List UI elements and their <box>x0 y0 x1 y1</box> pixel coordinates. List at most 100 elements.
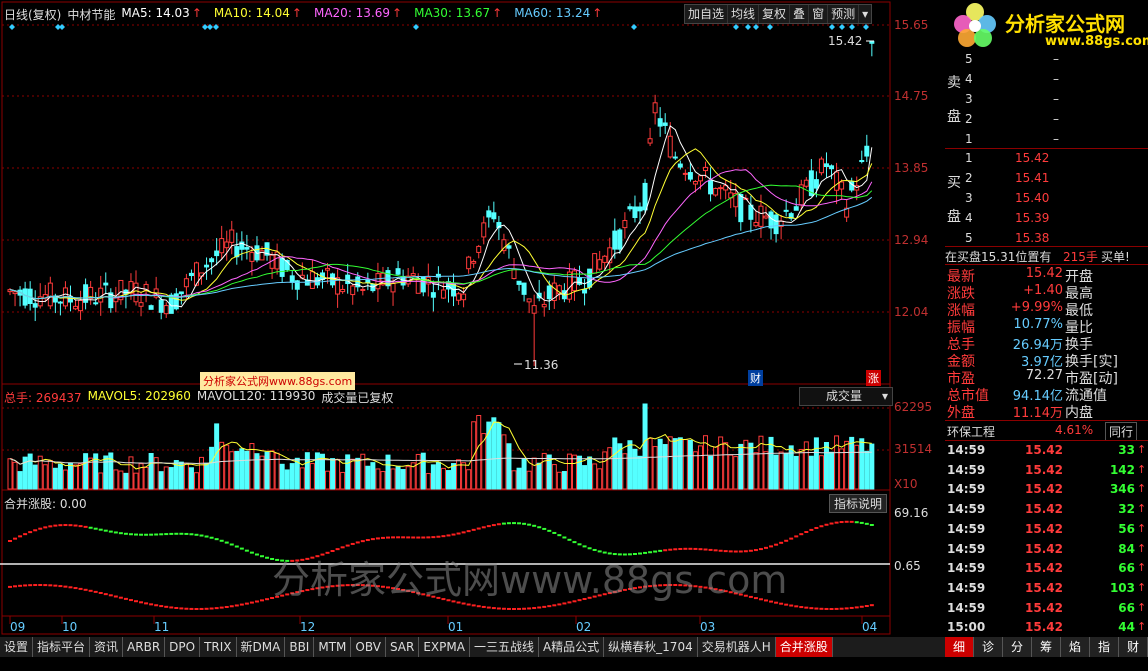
candle-body <box>471 260 477 264</box>
candle-body <box>214 250 220 257</box>
candle-body <box>763 215 769 219</box>
indicator-dot <box>118 596 123 599</box>
tab-side[interactable]: 焰 <box>1061 637 1090 657</box>
indicator-dot <box>547 605 552 608</box>
volume-bar <box>466 469 472 490</box>
volume-bar <box>511 470 517 490</box>
tab-indicator[interactable]: 一三五战线 <box>470 637 539 657</box>
tick-price: 15.42 <box>1025 521 1063 536</box>
indicator-dot <box>224 541 229 544</box>
ma-legend: MA5: 14.03 ↑ MA10: 14.04 ↑ MA20: 13.69 ↑ MA30:… <box>121 6 614 23</box>
candle-body <box>57 301 63 304</box>
tab-side[interactable]: 指 <box>1090 637 1119 657</box>
tab-indicator[interactable]: DPO <box>165 637 201 657</box>
order-price: – <box>1053 92 1059 106</box>
volume-select[interactable]: 成交量 ▾ <box>799 387 893 406</box>
indicator-dot <box>572 541 577 544</box>
tab-indicator[interactable]: MTM <box>314 637 352 657</box>
peer-button[interactable]: 同行 <box>1105 422 1138 441</box>
tab-indicator[interactable]: 交易机器人H <box>698 637 776 657</box>
volume-unit: X10 <box>894 477 918 491</box>
indicator-dot <box>834 607 839 610</box>
indicator-help-button[interactable]: 指标说明 <box>829 494 888 513</box>
finance-badge[interactable]: 财 <box>748 370 763 386</box>
volume-bar <box>62 469 68 490</box>
tab-indicator[interactable]: EXPMA <box>419 637 470 657</box>
tab-side[interactable]: 细 <box>945 637 974 657</box>
indicator-dot <box>199 607 204 610</box>
volume-bar <box>652 446 658 490</box>
indicator-dot <box>174 532 179 535</box>
volume-bar <box>405 466 411 490</box>
volume-bar <box>78 463 84 490</box>
candle-body <box>526 298 532 303</box>
volume-bar <box>304 452 310 490</box>
tab-indicator[interactable]: 设置 <box>0 637 34 657</box>
tab-indicator[interactable]: A精品公式 <box>539 637 605 657</box>
indicator-dot <box>249 551 254 554</box>
indicator-dot <box>219 606 224 609</box>
tab-indicator[interactable]: BBI <box>285 637 315 657</box>
candle-body <box>642 182 648 211</box>
tab-indicator[interactable]: 资讯 <box>90 637 124 657</box>
dropdown-icon[interactable]: ▾ <box>859 5 871 23</box>
tab-indicator[interactable]: OBV <box>351 637 386 657</box>
tab-indicator[interactable]: 新DMA <box>237 637 286 657</box>
volume-bar <box>592 463 598 490</box>
tab-side[interactable]: 筹 <box>1032 637 1061 657</box>
indicator-dot <box>214 538 219 541</box>
volume-bar <box>52 467 58 490</box>
tab-side[interactable]: 财 <box>1119 637 1148 657</box>
indicator-dot <box>456 532 461 535</box>
tab-indicator[interactable]: TRIX <box>200 637 237 657</box>
indicator-dot <box>48 525 53 528</box>
quote-value: +1.40 <box>1023 283 1063 298</box>
indicator-dot <box>58 524 63 527</box>
indicator-dot <box>144 533 149 536</box>
indicator-dot <box>562 536 567 539</box>
tab-indicator[interactable]: SAR <box>386 637 420 657</box>
tab-indicator[interactable]: 指标平台 <box>33 637 91 657</box>
indicator-dot <box>154 604 159 607</box>
indicator-dot <box>809 528 814 531</box>
tab-indicator[interactable]: 纵横春秋_1704 <box>604 637 698 657</box>
volume-bar <box>380 471 386 490</box>
indicator-dot <box>169 606 174 609</box>
period-label[interactable]: 日线(复权) <box>4 6 61 23</box>
indicator-dot <box>839 521 844 524</box>
indicator-dot <box>869 604 874 607</box>
volume-select-value: 成交量 <box>826 389 863 403</box>
indicator-dot <box>532 524 537 527</box>
volume-bar <box>456 459 462 490</box>
chart-area[interactable] <box>0 0 945 637</box>
ma-button[interactable]: 均线 <box>728 5 760 23</box>
ma-legend-item: MA60: 13.24 ↑ <box>514 6 603 20</box>
date-tick: 04 <box>862 620 878 634</box>
tab-side[interactable]: 分 <box>1003 637 1032 657</box>
quote-value: +9.99% <box>1010 300 1063 315</box>
forecast-button[interactable]: 预测 <box>828 5 860 23</box>
volume-bar <box>42 464 48 490</box>
tab-side[interactable]: 诊 <box>974 637 1003 657</box>
indicator-dot <box>179 532 184 535</box>
tab-indicator[interactable]: ARBR <box>123 637 166 657</box>
date-tick: 09 <box>10 620 26 634</box>
indicator-dot <box>134 533 138 536</box>
overlay-button[interactable]: 叠 <box>790 5 810 23</box>
volume-bar <box>551 464 557 490</box>
volume-bar <box>264 451 270 490</box>
indicator-dot <box>774 543 779 546</box>
candle-body <box>818 158 824 174</box>
indicator-dot <box>53 584 58 587</box>
window-button[interactable]: 窗 <box>809 5 829 23</box>
order-level: 4 <box>965 72 973 86</box>
indicator-dot <box>38 584 43 587</box>
event-diamond-icon <box>631 24 637 30</box>
add-watchlist-button[interactable]: 加自选 <box>685 5 729 23</box>
event-diamond-icon <box>839 24 845 30</box>
adjust-button[interactable]: 复权 <box>759 5 791 23</box>
tick-price: 15.42 <box>1025 502 1063 517</box>
tab-indicator[interactable]: 合并涨股 <box>775 637 833 657</box>
indicator-dot <box>426 536 431 539</box>
limit-up-badge[interactable]: 涨 <box>866 370 881 386</box>
